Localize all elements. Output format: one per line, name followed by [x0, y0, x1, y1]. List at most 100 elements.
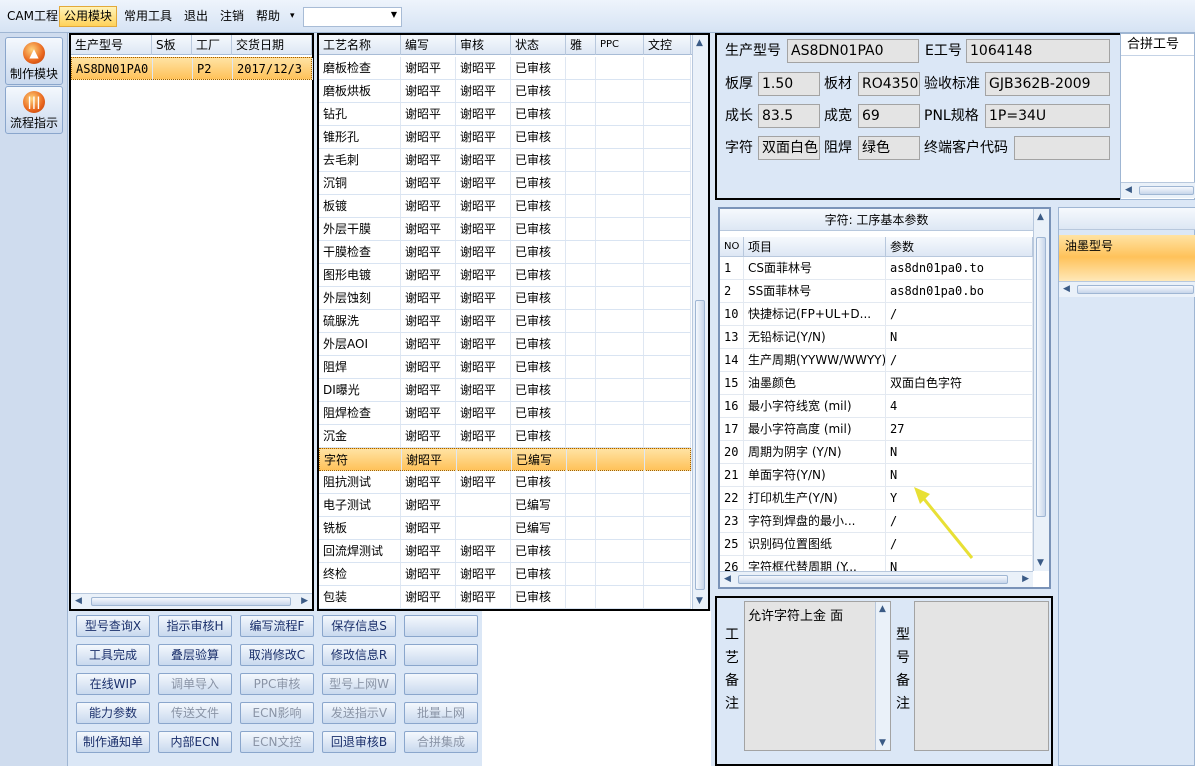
action-button[interactable]: 取消修改C: [240, 644, 314, 666]
menu-combo-box[interactable]: ▼: [303, 7, 402, 27]
customer-code-field[interactable]: [1014, 136, 1110, 160]
scroll-thumb[interactable]: [738, 575, 1008, 584]
table-row[interactable]: 去毛刺 谢昭平 谢昭平 已审核: [319, 149, 691, 172]
scroll-thumb[interactable]: [1139, 186, 1194, 195]
merge-hscrollbar[interactable]: ◀: [1121, 182, 1195, 198]
col-model[interactable]: 生产型号: [71, 35, 152, 55]
table-row[interactable]: 磨板检查 谢昭平 谢昭平 已审核: [319, 57, 691, 80]
table-row[interactable]: 字符 谢昭平 已编写: [319, 448, 692, 471]
action-button[interactable]: [404, 615, 478, 637]
table-row[interactable]: 阻焊检查 谢昭平 谢昭平 已审核: [319, 402, 691, 425]
scroll-down-icon[interactable]: ▼: [1037, 558, 1044, 568]
scroll-left-icon[interactable]: ◀: [1063, 284, 1070, 294]
scroll-down-icon[interactable]: ▼: [879, 738, 886, 748]
table-row[interactable]: 硫脲洗 谢昭平 谢昭平 已审核: [319, 310, 691, 333]
action-button[interactable]: 传送文件: [158, 702, 232, 724]
process-vscrollbar[interactable]: ▲ ▼: [692, 35, 708, 609]
table-row[interactable]: 钻孔 谢昭平 谢昭平 已审核: [319, 103, 691, 126]
action-button[interactable]: 编写流程F: [240, 615, 314, 637]
process-remarks-textarea[interactable]: 允许字符上金 面: [744, 601, 891, 751]
menu-help[interactable]: 帮助: [252, 6, 284, 27]
col-s-board[interactable]: S板: [152, 35, 192, 55]
material-field[interactable]: RO4350B: [858, 72, 920, 96]
orders-hscrollbar[interactable]: ◀ ▶: [71, 593, 312, 609]
thickness-field[interactable]: 1.50: [758, 72, 820, 96]
action-button[interactable]: [404, 644, 478, 666]
table-row[interactable]: 终检 谢昭平 谢昭平 已审核: [319, 563, 691, 586]
flow-guide-button[interactable]: ||| 流程指示: [5, 86, 63, 134]
table-row[interactable]: 沉金 谢昭平 谢昭平 已审核: [319, 425, 691, 448]
menu-exit[interactable]: 退出: [180, 6, 212, 27]
table-row[interactable]: 外层AOI 谢昭平 谢昭平 已审核: [319, 333, 691, 356]
action-button[interactable]: 内部ECN: [158, 731, 232, 753]
list-item[interactable]: 10 快捷标记(FP+UL+D... /: [720, 303, 1033, 326]
table-row[interactable]: DI曝光 谢昭平 谢昭平 已审核: [319, 379, 691, 402]
col-writer[interactable]: 编写: [401, 35, 456, 55]
table-row[interactable]: 外层蚀刻 谢昭平 谢昭平 已审核: [319, 287, 691, 310]
standard-field[interactable]: GJB362B-2009: [985, 72, 1110, 96]
ink-hscrollbar[interactable]: ◀: [1059, 281, 1195, 297]
col-process-name[interactable]: 工艺名称: [319, 35, 401, 55]
action-button[interactable]: 在线WIP: [76, 673, 150, 695]
col-status[interactable]: 状态: [511, 35, 566, 55]
action-button[interactable]: 批量上网: [404, 702, 478, 724]
scroll-left-icon[interactable]: ◀: [1125, 185, 1132, 195]
width-field[interactable]: 69: [858, 104, 920, 128]
table-row[interactable]: 板镀 谢昭平 谢昭平 已审核: [319, 195, 691, 218]
scroll-left-icon[interactable]: ◀: [75, 596, 82, 606]
action-button[interactable]: 合拼集成: [404, 731, 478, 753]
list-item[interactable]: 17 最小字符高度 (mil) 27: [720, 418, 1033, 441]
scroll-thumb[interactable]: [1036, 237, 1046, 517]
action-button[interactable]: 叠层验算: [158, 644, 232, 666]
soldermask-field[interactable]: 绿色: [858, 136, 920, 160]
table-row[interactable]: 回流焊测试 谢昭平 谢昭平 已审核: [319, 540, 691, 563]
model-field[interactable]: AS8DN01PA0: [787, 39, 919, 63]
scroll-thumb[interactable]: [91, 597, 291, 606]
col-param[interactable]: 参数: [886, 237, 1033, 257]
col-ppc[interactable]: PPC: [596, 35, 644, 55]
table-row[interactable]: 外层干膜 谢昭平 谢昭平 已审核: [319, 218, 691, 241]
action-button[interactable]: 制作通知单: [76, 731, 150, 753]
col-ya[interactable]: 雅: [566, 35, 596, 55]
action-button[interactable]: 指示审核H: [158, 615, 232, 637]
e-field[interactable]: 1064148: [966, 39, 1110, 63]
col-item[interactable]: 项目: [744, 237, 886, 257]
params-vscrollbar[interactable]: ▲ ▼: [1033, 209, 1049, 571]
table-row[interactable]: 磨板烘板 谢昭平 谢昭平 已审核: [319, 80, 691, 103]
list-item[interactable]: 20 周期为阴字 (Y/N) N: [720, 441, 1033, 464]
action-button[interactable]: 型号查询X: [76, 615, 150, 637]
table-row[interactable]: 阻抗测试 谢昭平 谢昭平 已审核: [319, 471, 691, 494]
list-item[interactable]: 23 字符到焊盘的最小... /: [720, 510, 1033, 533]
action-button[interactable]: 型号上网W: [322, 673, 396, 695]
action-button[interactable]: ECN文控: [240, 731, 314, 753]
action-button[interactable]: 发送指示V: [322, 702, 396, 724]
menu-tools[interactable]: 常用工具: [120, 6, 176, 27]
chevron-down-icon[interactable]: ▼: [391, 10, 397, 19]
menu-public-module[interactable]: 公用模块: [59, 6, 118, 27]
table-row[interactable]: 沉铜 谢昭平 谢昭平 已审核: [319, 172, 691, 195]
scroll-left-icon[interactable]: ◀: [724, 574, 731, 584]
ink-selected-row[interactable]: [1059, 257, 1195, 281]
splitter-handle[interactable]: [313, 290, 317, 350]
list-item[interactable]: 25 识别码位置图纸 /: [720, 533, 1033, 556]
table-row[interactable]: 阻焊 谢昭平 谢昭平 已审核: [319, 356, 691, 379]
merge-title[interactable]: 合拼工号: [1121, 34, 1194, 56]
table-row[interactable]: 电子测试 谢昭平 已编写: [319, 494, 691, 517]
table-row[interactable]: 干膜检查 谢昭平 谢昭平 已审核: [319, 241, 691, 264]
list-item[interactable]: 2 SS面菲林号 as8dn01pa0.bo: [720, 280, 1033, 303]
menu-logout[interactable]: 注销: [216, 6, 248, 27]
list-item[interactable]: 13 无铅标记(Y/N) N: [720, 326, 1033, 349]
list-item[interactable]: 15 油墨颜色 双面白色字符: [720, 372, 1033, 395]
col-doc-control[interactable]: 文控: [644, 35, 691, 55]
list-item[interactable]: 22 打印机生产(Y/N) Y: [720, 487, 1033, 510]
col-delivery-date[interactable]: 交货日期: [232, 35, 312, 55]
list-item[interactable]: 21 单面字符(Y/N) N: [720, 464, 1033, 487]
action-button[interactable]: ECN影响: [240, 702, 314, 724]
scroll-down-icon[interactable]: ▼: [696, 596, 703, 606]
action-button[interactable]: 调单导入: [158, 673, 232, 695]
ink-type-column[interactable]: 油墨型号: [1059, 235, 1195, 257]
col-reviewer[interactable]: 审核: [456, 35, 511, 55]
scroll-thumb[interactable]: [695, 300, 705, 590]
silkscreen-field[interactable]: 双面白色: [758, 136, 820, 160]
col-no[interactable]: NO: [720, 237, 744, 257]
